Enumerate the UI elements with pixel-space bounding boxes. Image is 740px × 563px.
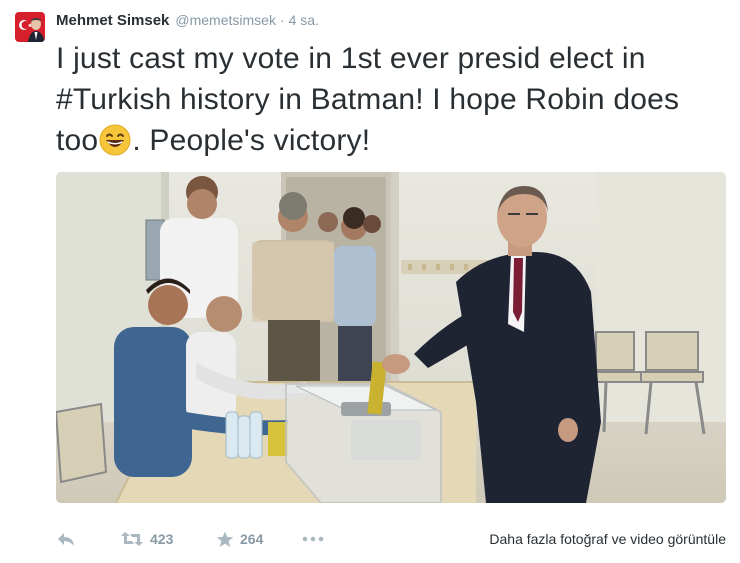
author-name[interactable]: Mehmet Simsek (56, 12, 169, 29)
favorite-button[interactable]: 264 (216, 531, 294, 548)
more-icon (302, 536, 324, 542)
favorite-count: 264 (240, 531, 264, 547)
avatar[interactable] (15, 12, 45, 42)
tweet-actions: 423 264 Daha fazla fotoğraf ve video gör… (56, 525, 726, 553)
reply-button[interactable] (56, 531, 92, 547)
more-button[interactable] (302, 536, 324, 542)
star-icon (216, 531, 234, 548)
retweet-button[interactable]: 423 (120, 531, 200, 547)
retweet-count: 423 (150, 531, 174, 547)
tweet-text: I just cast my vote in 1st ever presid e… (56, 38, 726, 161)
tweet-time[interactable]: 4 sa. (289, 12, 319, 28)
author-handle[interactable]: @memetsimsek (175, 12, 276, 28)
more-media-link[interactable]: Daha fazla fotoğraf ve video görüntüle (489, 531, 726, 547)
reply-icon (56, 531, 76, 547)
tweet-photo[interactable] (56, 172, 726, 503)
voting-photo-image (56, 172, 726, 503)
grinning-face-emoji-icon (99, 124, 131, 156)
separator: · (279, 12, 285, 28)
author-line: Mehmet Simsek @memetsimsek · 4 sa. (56, 12, 319, 29)
retweet-icon (120, 531, 144, 547)
tweet-text-after-emoji: . People's victory! (132, 124, 371, 157)
